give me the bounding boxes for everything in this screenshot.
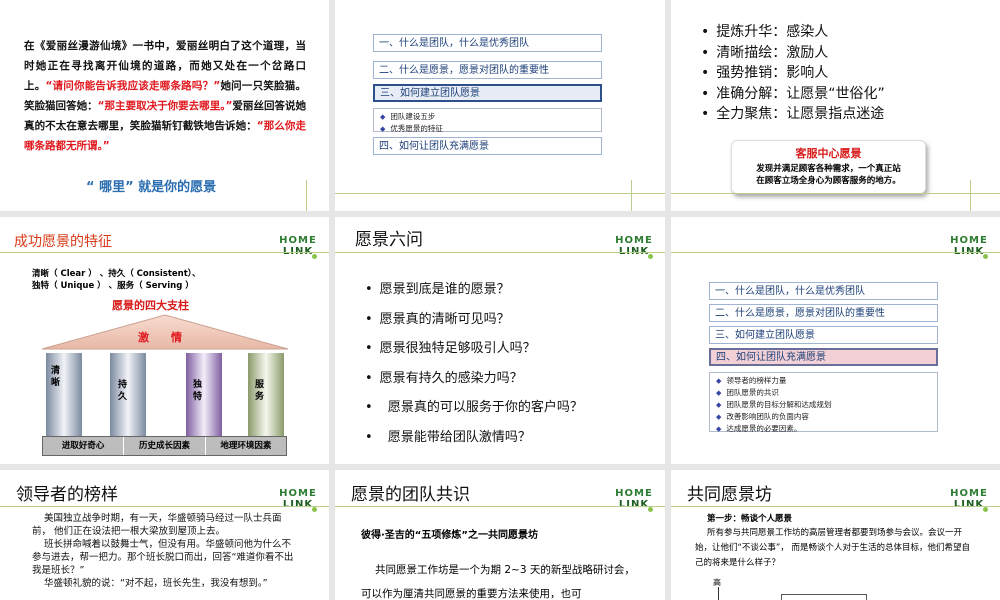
logo-dot-icon <box>648 507 653 512</box>
slide-vision-traits[interactable]: 成功愿景的特征 HOMELINK 清晰（ Clear ） 、持久（ Consis… <box>0 217 329 464</box>
body-text: 所有参与共同愿景工作坊的高层管理者都要到场参与会议。会议一开始，让他们“不谈公事… <box>695 528 971 568</box>
bullet-item: • 愿景有持久的感染力吗？ <box>365 370 523 386</box>
diamond-bullet-icon: ◆ <box>716 377 722 385</box>
homelink-logo: HOMELINK <box>615 488 653 512</box>
slide-title: 成功愿景的特征 <box>14 234 112 250</box>
bullet-item: • 全力聚焦：让愿景指点迷途 <box>701 106 885 122</box>
slide-title: 共同愿景坊 <box>687 485 772 505</box>
slide-title: 愿景的团队共识 <box>351 485 470 505</box>
story-paragraph: 华盛顿礼貌的说：“对不起，班长先生，我没有想到。” <box>44 578 268 589</box>
story-text: 美国独立战争时期，有一天，华盛顿骑马经过一队士兵面前， 他们正在设法把一根大梁放… <box>32 512 300 590</box>
vision-steps-list: • 提炼升华：感染人 • 清晰描绘：激励人 • 强势推销：影响人 • 准确分解：让愿景“… <box>701 22 885 125</box>
bullet-item: • 提炼升华：感染人 <box>701 24 829 40</box>
qualities-line: 独特（ Unique ） 、服务（ Serving ） <box>32 281 194 291</box>
axis-label: 高 <box>713 578 721 587</box>
homelink-logo: HOMELINK <box>279 235 317 261</box>
service-vision-card: 客服中心愿景 发现并满足顾客各种需求，一个真正站 在顾客立场全身心为顾客服务的地… <box>731 140 926 194</box>
card-line: 在顾客立场全身心为顾客服务的地方。 <box>756 176 901 186</box>
pillar-label: 独 特 <box>193 380 203 402</box>
sublist-item: ◆ 领导者的榜样力量 <box>716 376 787 385</box>
diamond-bullet-icon: ◆ <box>716 425 722 433</box>
bullet-item: • 强势推销：影响人 <box>701 65 829 81</box>
sublist-item: ◆ 团队愿景的共识 <box>716 388 779 397</box>
body-text: 共同愿景工作坊是一个为期 2~3 天的新型战略研讨会，可以作为厘清共同愿景的重要… <box>361 564 635 600</box>
sublist-item: ◆ 达成愿景的必要因素。 <box>716 424 802 433</box>
diamond-bullet-icon: ◆ <box>716 401 722 409</box>
bullet-item: • 愿景真的可以服务于你的客户吗？ <box>365 400 583 415</box>
homelink-logo: HOMELINK <box>279 488 317 512</box>
pillar-base: 进取好奇心 历史成长因素 地理环境因素 <box>42 436 287 456</box>
card-title: 客服中心愿景 <box>795 147 862 160</box>
agenda-item-2[interactable]: 二、什么是愿景，愿景对团队的重要性 <box>373 61 602 79</box>
base-cell: 地理环境因素 <box>220 441 272 451</box>
agenda-sublist: ◆ 团队建设五步 ◆ 优秀愿景的特征 <box>373 108 602 133</box>
story-fragment: “请问你能告诉我应该走哪条路吗？” <box>45 80 221 92</box>
bullet-item: • 准确分解：让愿景“世俗化” <box>701 85 885 102</box>
chart-frame <box>781 594 867 600</box>
logo-dot-icon <box>983 507 988 512</box>
subtitle: 彼得·圣吉的“五项修炼”之一共同愿景坊 <box>361 530 538 541</box>
sublist-item: ◆ 改善影响团队的负面内容 <box>716 412 809 421</box>
diamond-bullet-icon: ◆ <box>380 113 386 121</box>
card-line: 发现并满足顾客各种需求，一个真正站 <box>756 164 901 174</box>
slide-leader-example[interactable]: 领导者的榜样 HOME LINK 美国独立战争时期，有一天，华盛顿骑马经过一队士兵… <box>0 470 329 600</box>
bullet-item: • 愿景到底是谁的愿景？ <box>365 282 510 297</box>
agenda-item-3[interactable]: 三、如何建立团队愿景 <box>709 326 938 344</box>
pillar-label: 服 务 <box>255 380 265 402</box>
questions-list: • 愿景到底是谁的愿景？ • 愿景真的清晰可见吗？ • 愿景很独特足够吸引人吗？ • 愿… <box>365 275 583 452</box>
agenda-item-1[interactable]: 一、什么是团队，什么是优秀团队 <box>709 282 938 300</box>
bullet-item: • 愿景能带给团队激情吗？ <box>365 429 531 445</box>
slide-six-questions[interactable]: 愿景六问 HOMELINK •愿景到底是谁的愿景？ •愿景真的清晰可见吗？ •愿… <box>335 217 665 464</box>
story-paragraph: 班长拼命喊着以鼓舞士气，但没有用。华盛顿问他为什么不参与进去，帮一把力。那个班长… <box>32 539 294 576</box>
vision-footer: “ 哪里” 就是你的愿景 <box>86 180 217 195</box>
slide-vision-steps[interactable]: • 提炼升华：感染人 • 清晰描绘：激励人 • 强势推销：影响人 • 准确分解：让愿景“… <box>671 0 1000 211</box>
slide-agenda-3[interactable]: 一、什么是团队，什么是优秀团队 二、什么是愿景，愿景对团队的重要性 三、如何建立… <box>335 0 665 211</box>
logo-dot-icon <box>648 254 653 259</box>
sublist-item: ◆ 优秀愿景的特征 <box>380 124 443 133</box>
agenda-item-2[interactable]: 二、什么是愿景，愿景对团队的重要性 <box>709 304 938 322</box>
slide-team-consensus[interactable]: 愿景的团队共识 HOME LINK 彼得·圣吉的“五项修炼”之一共同愿景坊 共同愿… <box>335 470 665 600</box>
diamond-bullet-icon: ◆ <box>716 413 722 421</box>
pillars-title: 愿景的四大支柱 <box>112 299 189 312</box>
agenda-item-4[interactable]: 四、如何让团队充满愿景 <box>373 137 602 155</box>
diamond-bullet-icon: ◆ <box>380 125 386 133</box>
slide-vision-workshop[interactable]: 共同愿景坊 HOME LINK 第一步：畅谈个人愿景 所有参与共同愿景工作坊的高层… <box>671 470 1000 600</box>
sublist-item: ◆ 团队建设五步 <box>380 112 436 121</box>
alice-story-paragraph: 在《爱丽丝漫游仙境》一书中，爱丽丝明白了这个道理，当时她正在寻找离开仙境的道路，… <box>24 36 306 156</box>
slide-alice-story[interactable]: 在《爱丽丝漫游仙境》一书中，爱丽丝明白了这个道理，当时她正在寻找离开仙境的道路，… <box>0 0 329 211</box>
homelink-logo: HOMELINK <box>950 488 988 512</box>
slide-title: 愿景六问 <box>355 230 423 250</box>
pillar-label: 持 久 <box>118 380 128 402</box>
homelink-logo: HOMELINK <box>615 235 653 261</box>
qualities-line: 清晰（ Clear ） 、持久（ Consistent）、 <box>32 269 201 279</box>
roof-label: 激 情 <box>138 330 182 344</box>
pillar-label: 清 晰 <box>51 366 61 388</box>
base-cell: 历史成长因素 <box>124 437 206 455</box>
sublist-item: ◆ 团队愿景的目标分解和达成规划 <box>716 400 832 409</box>
homelink-logo: HOMELINK <box>950 235 988 261</box>
logo-dot-icon <box>983 254 988 259</box>
slide-agenda-4[interactable]: HOMELINK 一、什么是团队，什么是优秀团队 二、什么是愿景，愿景对团队的重… <box>671 217 1000 464</box>
agenda-item-1[interactable]: 一、什么是团队，什么是优秀团队 <box>373 34 602 52</box>
agenda-sublist: ◆ 领导者的榜样力量 ◆ 团队愿景的共识 ◆ 团队愿景的目标分解和达成规划 ◆ 改善影响… <box>709 372 938 433</box>
axis-line <box>718 587 719 600</box>
logo-dot-icon <box>312 254 317 259</box>
bullet-item: • 清晰描绘：激励人 <box>701 44 829 61</box>
logo-dot-icon <box>312 507 317 512</box>
base-cell: 进取好奇心 <box>43 437 125 455</box>
story-fragment: “那主要取决于你要去哪里。” <box>97 100 233 112</box>
step-heading: 第一步：畅谈个人愿景 <box>707 514 793 524</box>
bullet-item: • 愿景真的清晰可见吗？ <box>365 311 510 327</box>
story-paragraph: 美国独立战争时期，有一天，华盛顿骑马经过一队士兵面前， 他们正在设法把一根大梁放… <box>32 513 282 537</box>
agenda-item-3-active[interactable]: 三、如何建立团队愿景 <box>373 84 602 102</box>
slide-title: 领导者的榜样 <box>16 485 118 505</box>
diamond-bullet-icon: ◆ <box>716 389 722 397</box>
bullet-item: • 愿景很独特足够吸引人吗？ <box>365 341 536 356</box>
agenda-item-4-active[interactable]: 四、如何让团队充满愿景 <box>709 348 938 366</box>
